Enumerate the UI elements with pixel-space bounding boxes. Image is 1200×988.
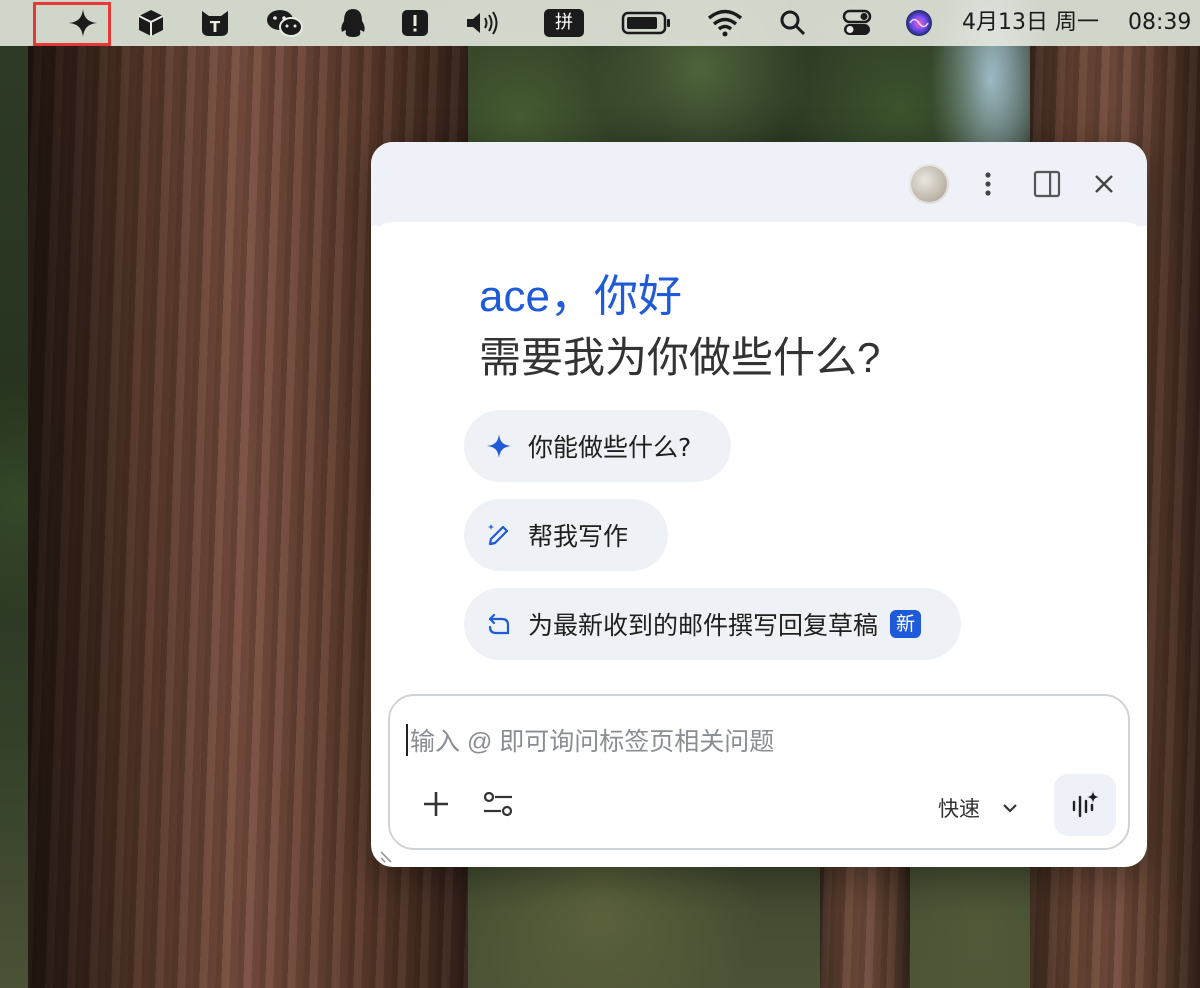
control-center-icon[interactable]: [840, 7, 874, 39]
tree-shadow: [28, 45, 228, 988]
text-caret: [406, 724, 408, 756]
svg-text:T: T: [210, 18, 221, 36]
close-icon[interactable]: [1084, 164, 1124, 204]
add-icon[interactable]: [414, 782, 458, 826]
sparkle-icon: [484, 431, 514, 461]
mode-selector[interactable]: 快速: [938, 788, 1018, 828]
menu-bar: T 拼 4月13日 周一 08:39: [0, 0, 1200, 46]
mode-label: 快速: [938, 797, 980, 821]
prompt-input[interactable]: [408, 716, 1092, 768]
suggestion-chip-reply-draft[interactable]: 为最新收到的邮件撰写回复草稿 新: [464, 588, 962, 660]
greeting-question: 需要我为你做些什么?: [479, 334, 881, 381]
menu-date[interactable]: 4月13日 周一: [962, 8, 1099, 38]
chevron-down-icon: [1002, 802, 1018, 814]
prompt-box: 快速: [388, 694, 1130, 850]
resize-handle[interactable]: [379, 842, 401, 864]
pen-sparkle-icon: [484, 520, 514, 550]
tools-icon[interactable]: [476, 782, 520, 826]
ime-pinyin[interactable]: 拼: [542, 7, 586, 39]
volume-icon[interactable]: [462, 7, 504, 39]
sidebar-toggle-icon[interactable]: [1027, 164, 1067, 204]
cat-t-icon[interactable]: T: [198, 7, 232, 39]
suggestion-label: 帮我写作: [528, 522, 629, 551]
avatar[interactable]: [909, 164, 949, 204]
more-options-icon[interactable]: [968, 164, 1008, 204]
box-icon[interactable]: [134, 7, 168, 39]
suggestion-label: 你能做些什么?: [528, 433, 692, 462]
wechat-icon[interactable]: [264, 7, 306, 39]
suggestion-chip-capabilities[interactable]: 你能做些什么?: [464, 410, 732, 482]
wifi-icon[interactable]: [706, 7, 744, 39]
voice-sparkle-icon: [1072, 791, 1099, 818]
suggestion-label: 为最新收到的邮件撰写回复草稿: [528, 611, 879, 640]
new-badge: 新: [890, 610, 922, 638]
siri-icon[interactable]: [902, 7, 936, 39]
assistant-panel: ace，你好 需要我为你做些什么? 你能做些什么? 帮我写作 为最新收到的邮件撰…: [371, 142, 1147, 867]
menu-time[interactable]: 08:39: [1128, 8, 1191, 38]
panel-body: [371, 222, 1147, 252]
sparkle-icon[interactable]: [60, 7, 106, 39]
battery-icon[interactable]: [620, 7, 674, 39]
voice-input-button[interactable]: [1054, 774, 1116, 836]
greeting-title: ace，你好: [479, 272, 682, 321]
qq-penguin-icon[interactable]: [336, 7, 370, 39]
search-icon[interactable]: [776, 7, 810, 39]
ime-label: 拼: [544, 9, 584, 37]
alert-icon[interactable]: [398, 7, 432, 39]
suggestion-chip-write[interactable]: 帮我写作: [464, 499, 669, 571]
reply-icon: [484, 609, 514, 639]
